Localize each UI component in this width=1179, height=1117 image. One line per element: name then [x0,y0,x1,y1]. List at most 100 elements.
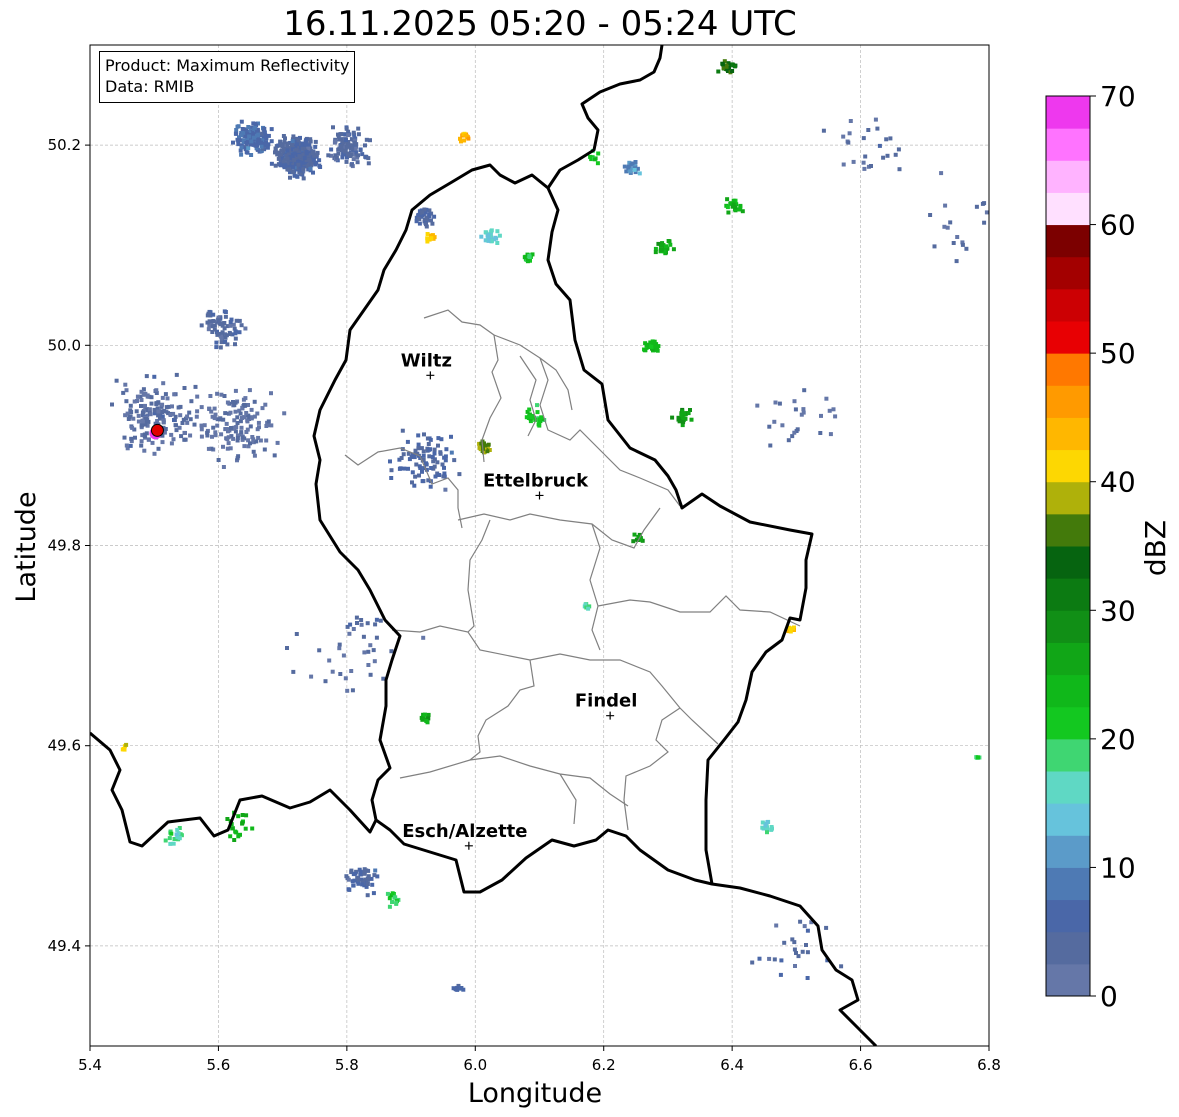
echo-pixel [351,627,356,631]
echo-pixel [145,394,150,399]
echo-pixel [366,649,371,654]
echo-pixel [309,674,314,679]
echo-pixel [216,458,221,462]
echo-pixel [426,712,431,717]
echo-pixel [378,618,383,623]
echo-pixel [134,409,139,414]
echo-pixel [833,414,838,419]
echo-pixel [290,139,295,143]
echo-pixel [259,144,264,149]
echo-pixel [273,150,277,155]
echo-pixel [206,327,211,332]
echo-pixel [846,140,851,145]
echo-pixel [169,432,174,437]
echo-pixel [253,121,258,126]
echo-pixel [257,425,261,430]
echo-pixel [798,919,803,924]
echo-pixel [429,236,434,241]
echo-pixel [221,417,226,422]
echo-pixel [149,401,154,406]
echo-pixel [410,470,415,475]
echo-pixel [792,399,797,404]
echo-pixel [124,742,129,747]
echo-pixel [659,243,664,248]
echo-pixel [218,345,223,350]
echo-pixel [489,229,494,234]
echo-pixel [236,834,241,839]
echo-pixel [679,413,684,418]
echo-pixel [245,419,250,424]
echo-pixel [362,871,367,876]
echo-pixel [169,831,174,836]
echo-pixel [333,139,337,144]
echo-pixel [130,425,135,430]
echo-pixel [839,964,844,969]
echo-pixel [443,487,448,492]
echo-cluster [716,59,738,75]
echo-pixel [449,434,453,439]
echo-pixel [310,151,315,155]
echo-pixel [527,253,532,258]
echo-pixel [242,444,247,449]
echo-pixel [767,424,772,429]
echo-pixel [285,646,289,650]
echo-pixel [195,409,200,414]
echo-pixel [233,331,238,336]
echo-pixel [399,456,404,460]
echo-pixel [658,247,663,252]
city-marker: Findel [575,691,637,720]
colorbar-segment [1046,417,1090,451]
echo-pixel [221,444,225,449]
echo-pixel [495,241,500,245]
echo-pixel [340,155,345,160]
x-tick-label: 6.0 [463,1056,487,1074]
echo-pixel [928,213,933,217]
echo-pixel [778,972,783,977]
echo-pixel [668,242,673,247]
echo-pixel [802,924,807,929]
echo-pixel [235,137,240,142]
echo-pixel [802,388,807,393]
echo-pixel [347,631,352,636]
echo-pixel [632,167,637,172]
echo-pixel [236,142,241,147]
echo-pixel [177,836,182,841]
y-tick-label: 49.6 [48,737,81,755]
echo-pixel [406,466,410,471]
echo-pixel [291,669,296,674]
echo-pixel [252,125,257,130]
echo-cluster [285,615,426,693]
echo-pixel [670,415,675,420]
y-tick-label: 50.0 [48,336,81,354]
echo-pixel [251,437,256,442]
echo-pixel [334,155,339,160]
colorbar-tick-label: 0 [1100,980,1118,1013]
echo-pixel [326,153,331,158]
city-plus-icon [606,711,615,720]
echo-pixel [215,391,220,396]
echo-pixel [420,479,425,484]
colorbar-segment [1046,899,1090,933]
echo-pixel [339,132,344,137]
x-axis-label: Longitude [468,1078,602,1109]
echo-pixel [331,125,335,130]
echo-pixel [356,881,361,886]
echo-pixel [250,415,254,420]
y-tick-label: 49.8 [48,537,81,555]
echo-pixel [139,443,144,448]
echo-pixel [421,453,426,458]
echo-pixel [160,402,165,407]
echo-pixel [205,430,210,435]
echo-pixel [256,138,261,142]
echo-pixel [223,310,228,314]
echo-pixel [366,156,371,161]
echo-pixel [199,405,204,410]
echo-pixel [356,876,361,881]
colorbar-tick-label: 40 [1100,466,1136,499]
echo-pixel [237,318,242,323]
echo-pixel [628,169,633,174]
colorbar-segment [1046,288,1090,322]
echo-pixel [428,484,433,489]
echo-pixel [339,144,344,148]
echo-pixel [250,826,255,831]
